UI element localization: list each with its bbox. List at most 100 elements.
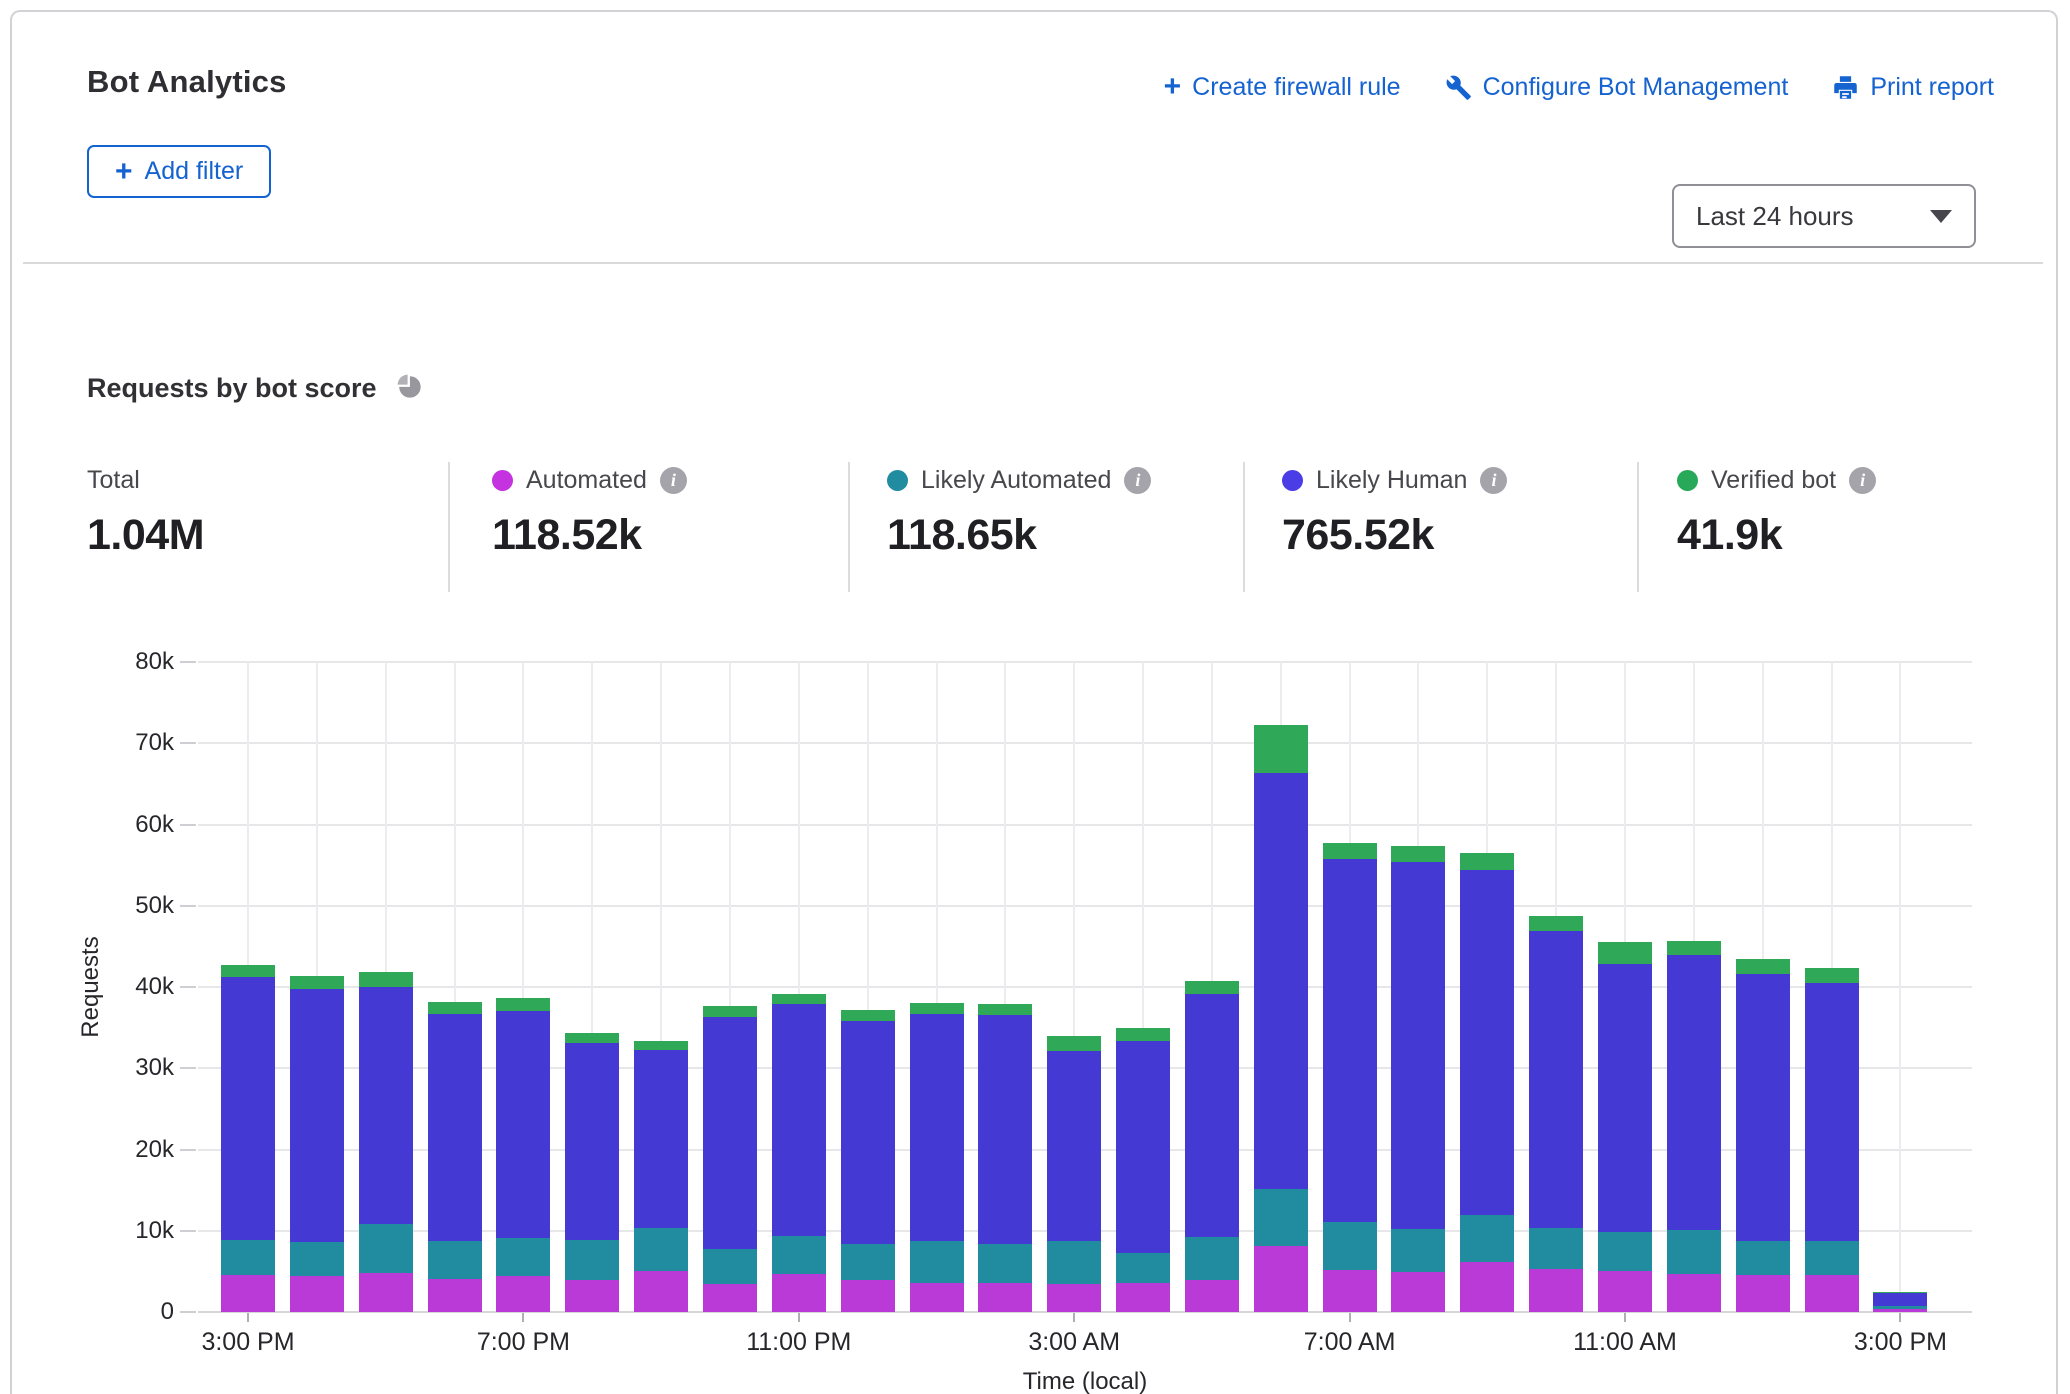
bar-segment-verified-bot (772, 994, 826, 1004)
bar-segment-automated (221, 1275, 275, 1312)
bar-segment-likely-human (841, 1021, 895, 1244)
bar-segment-verified-bot (703, 1006, 757, 1017)
bar-700pm[interactable] (496, 998, 550, 1312)
bar-segment-likely-automated (1391, 1229, 1445, 1272)
bar-segment-verified-bot (565, 1033, 619, 1043)
create-firewall-rule-label: Create firewall rule (1192, 73, 1400, 102)
bar-300am[interactable] (1047, 1036, 1101, 1312)
print-report-link[interactable]: Print report (1832, 73, 1994, 102)
stat-verified-bot: Verified bot i 41.9k (1677, 464, 1876, 560)
bar-1100pm[interactable] (772, 994, 826, 1312)
bar-200am[interactable] (978, 1004, 1032, 1312)
time-range-select[interactable]: Last 24 hours (1672, 184, 1976, 248)
info-icon[interactable]: i (660, 467, 687, 494)
stat-verified-bot-value: 41.9k (1677, 511, 1876, 560)
configure-bot-management-link[interactable]: Configure Bot Management (1445, 73, 1789, 102)
print-report-label: Print report (1870, 73, 1994, 102)
y-tick-mark (180, 661, 196, 663)
stat-divider (1637, 462, 1639, 592)
bar-segment-verified-bot (841, 1010, 895, 1021)
analytics-card: Bot Analytics + Create firewall rule Con… (10, 10, 2058, 1394)
bar-300pm[interactable] (221, 965, 275, 1312)
bar-segment-verified-bot (428, 1002, 482, 1014)
bar-segment-verified-bot (910, 1003, 964, 1014)
bar-segment-automated (910, 1283, 964, 1312)
x-tick-label: 7:00 AM (1304, 1328, 1396, 1357)
bar-segment-verified-bot (1873, 1292, 1927, 1293)
bar-segment-verified-bot (1667, 941, 1721, 956)
bar-segment-automated (1873, 1309, 1927, 1312)
bar-segment-verified-bot (496, 998, 550, 1010)
y-tick-mark (180, 986, 196, 988)
bar-800am[interactable] (1391, 846, 1445, 1312)
bar-500am[interactable] (1185, 981, 1239, 1313)
bar-100am[interactable] (910, 1003, 964, 1312)
stat-automated-label: Automated (526, 466, 647, 495)
info-icon[interactable]: i (1124, 467, 1151, 494)
gridline-h (198, 824, 1972, 826)
bar-segment-likely-human (359, 987, 413, 1224)
bar-segment-likely-human (290, 989, 344, 1242)
info-icon[interactable]: i (1480, 467, 1507, 494)
bar-segment-likely-human (1185, 994, 1239, 1237)
bar-segment-likely-automated (359, 1224, 413, 1273)
bar-900am[interactable] (1460, 853, 1514, 1312)
bar-segment-likely-automated (1873, 1306, 1927, 1309)
bar-200pm[interactable] (1805, 968, 1859, 1313)
bar-700am[interactable] (1323, 843, 1377, 1312)
bar-800pm[interactable] (565, 1033, 619, 1312)
page-title: Bot Analytics (87, 64, 287, 100)
x-tick-mark (522, 1313, 524, 1322)
bar-400am[interactable] (1116, 1028, 1170, 1312)
y-tick-label: 80k (135, 648, 174, 676)
bar-400pm[interactable] (290, 976, 344, 1312)
x-tick-mark (1073, 1313, 1075, 1322)
bar-segment-verified-bot (1047, 1036, 1101, 1051)
y-axis-ticks (180, 662, 198, 1312)
x-tick-label: 3:00 AM (1028, 1328, 1120, 1357)
header-actions: + Create firewall rule Configure Bot Man… (1164, 72, 1994, 102)
bar-segment-verified-bot (978, 1004, 1032, 1015)
bar-segment-likely-human (221, 977, 275, 1239)
bar-1000am[interactable] (1529, 916, 1583, 1313)
info-icon[interactable]: i (1849, 467, 1876, 494)
bar-segment-automated (1460, 1262, 1514, 1312)
bar-segment-likely-automated (496, 1238, 550, 1276)
y-tick-mark (180, 1311, 196, 1313)
bar-segment-automated (1598, 1271, 1652, 1312)
section-title-row: Requests by bot score (87, 372, 423, 405)
stat-divider (1243, 462, 1245, 592)
add-filter-button[interactable]: + Add filter (87, 145, 271, 198)
bar-300pm[interactable] (1873, 1292, 1927, 1312)
bar-1200pm[interactable] (1667, 941, 1721, 1312)
bar-segment-likely-human (1460, 870, 1514, 1215)
bar-segment-likely-human (1667, 955, 1721, 1230)
stat-likely-human: Likely Human i 765.52k (1282, 464, 1507, 560)
stat-total-value: 1.04M (87, 511, 204, 560)
create-firewall-rule-link[interactable]: + Create firewall rule (1164, 72, 1401, 102)
stat-likely-automated-label: Likely Automated (921, 466, 1111, 495)
y-axis-labels: 010k20k30k40k50k60k70k80k (82, 662, 174, 1312)
bar-600pm[interactable] (428, 1002, 482, 1312)
stat-likely-automated: Likely Automated i 118.65k (887, 464, 1151, 560)
bar-1100am[interactable] (1598, 942, 1652, 1313)
bar-1000pm[interactable] (703, 1006, 757, 1312)
bar-segment-verified-bot (359, 972, 413, 987)
section-title: Requests by bot score (87, 373, 377, 404)
stat-likely-human-label: Likely Human (1316, 466, 1467, 495)
bar-500pm[interactable] (359, 972, 413, 1312)
bar-segment-verified-bot (221, 965, 275, 977)
bar-600am[interactable] (1254, 725, 1308, 1312)
wrench-icon (1445, 74, 1472, 101)
bar-1200am[interactable] (841, 1010, 895, 1312)
y-tick-label: 10k (135, 1217, 174, 1245)
gridline-v (1899, 662, 1901, 1312)
bar-segment-likely-automated (428, 1241, 482, 1278)
bar-segment-likely-human (565, 1043, 619, 1240)
bar-900pm[interactable] (634, 1041, 688, 1312)
y-tick-mark (180, 905, 196, 907)
bar-segment-automated (703, 1284, 757, 1312)
configure-bot-management-label: Configure Bot Management (1483, 73, 1789, 102)
bar-100pm[interactable] (1736, 959, 1790, 1312)
stat-total: Total 1.04M (87, 464, 204, 560)
